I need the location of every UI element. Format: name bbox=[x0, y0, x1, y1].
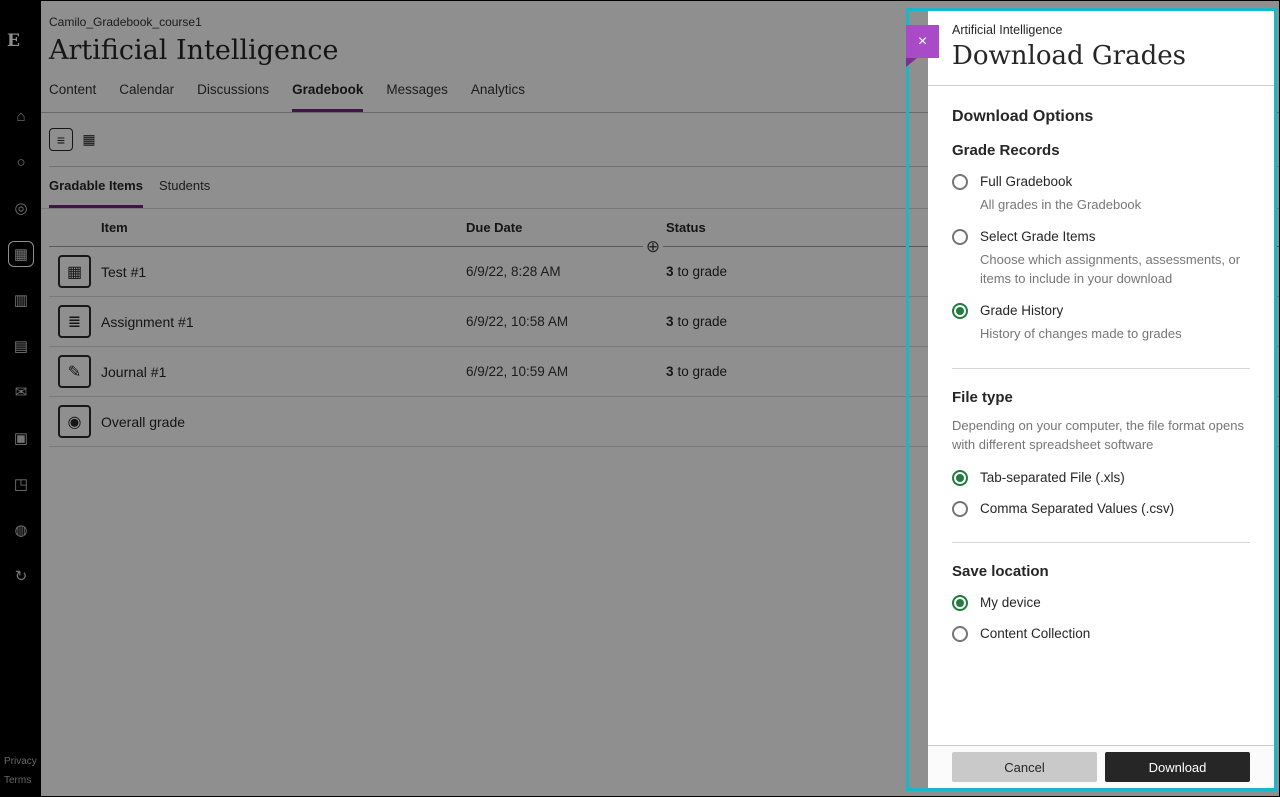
close-panel-button[interactable]: × bbox=[906, 25, 939, 58]
radio-icon-selected bbox=[952, 470, 968, 486]
download-button[interactable]: Download bbox=[1105, 752, 1250, 782]
radio-icon-selected bbox=[952, 595, 968, 611]
screen: E ⌂ ○ ◎ ▦ ▥ ▤ ✉ ▣ ◳ ◍ ↻ Privacy Terms Ca… bbox=[0, 0, 1280, 797]
radio-icon bbox=[952, 174, 968, 190]
close-icon: × bbox=[918, 33, 927, 50]
divider bbox=[952, 542, 1250, 543]
download-options-heading: Download Options bbox=[952, 108, 1250, 126]
radio-comma-separated[interactable]: Comma Separated Values (.csv) bbox=[952, 500, 1250, 518]
radio-my-device[interactable]: My device bbox=[952, 594, 1250, 612]
radio-icon bbox=[952, 229, 968, 245]
file-type-description: Depending on your computer, the file for… bbox=[952, 416, 1250, 455]
radio-icon bbox=[952, 501, 968, 517]
save-location-heading: Save location bbox=[952, 563, 1250, 580]
file-type-heading: File type bbox=[952, 389, 1250, 406]
panel-footer: Cancel Download bbox=[928, 745, 1274, 788]
panel-body: Download Options Grade Records Full Grad… bbox=[928, 86, 1274, 745]
panel-course-label: Artificial Intelligence bbox=[952, 23, 1250, 37]
radio-icon-selected bbox=[952, 303, 968, 319]
radio-select-grade-items[interactable]: Select Grade Items Choose which assignme… bbox=[952, 228, 1250, 289]
radio-tab-separated[interactable]: Tab-separated File (.xls) bbox=[952, 469, 1250, 487]
divider bbox=[952, 368, 1250, 369]
panel-header: Artificial Intelligence Download Grades bbox=[928, 11, 1274, 86]
radio-full-gradebook[interactable]: Full Gradebook All grades in the Gradebo… bbox=[952, 173, 1250, 215]
grade-records-heading: Grade Records bbox=[952, 142, 1250, 159]
radio-icon bbox=[952, 626, 968, 642]
panel-title: Download Grades bbox=[952, 41, 1250, 71]
cancel-button[interactable]: Cancel bbox=[952, 752, 1097, 782]
radio-content-collection[interactable]: Content Collection bbox=[952, 625, 1250, 643]
radio-grade-history[interactable]: Grade History History of changes made to… bbox=[952, 302, 1250, 344]
download-grades-panel: Artificial Intelligence Download Grades … bbox=[928, 11, 1274, 788]
